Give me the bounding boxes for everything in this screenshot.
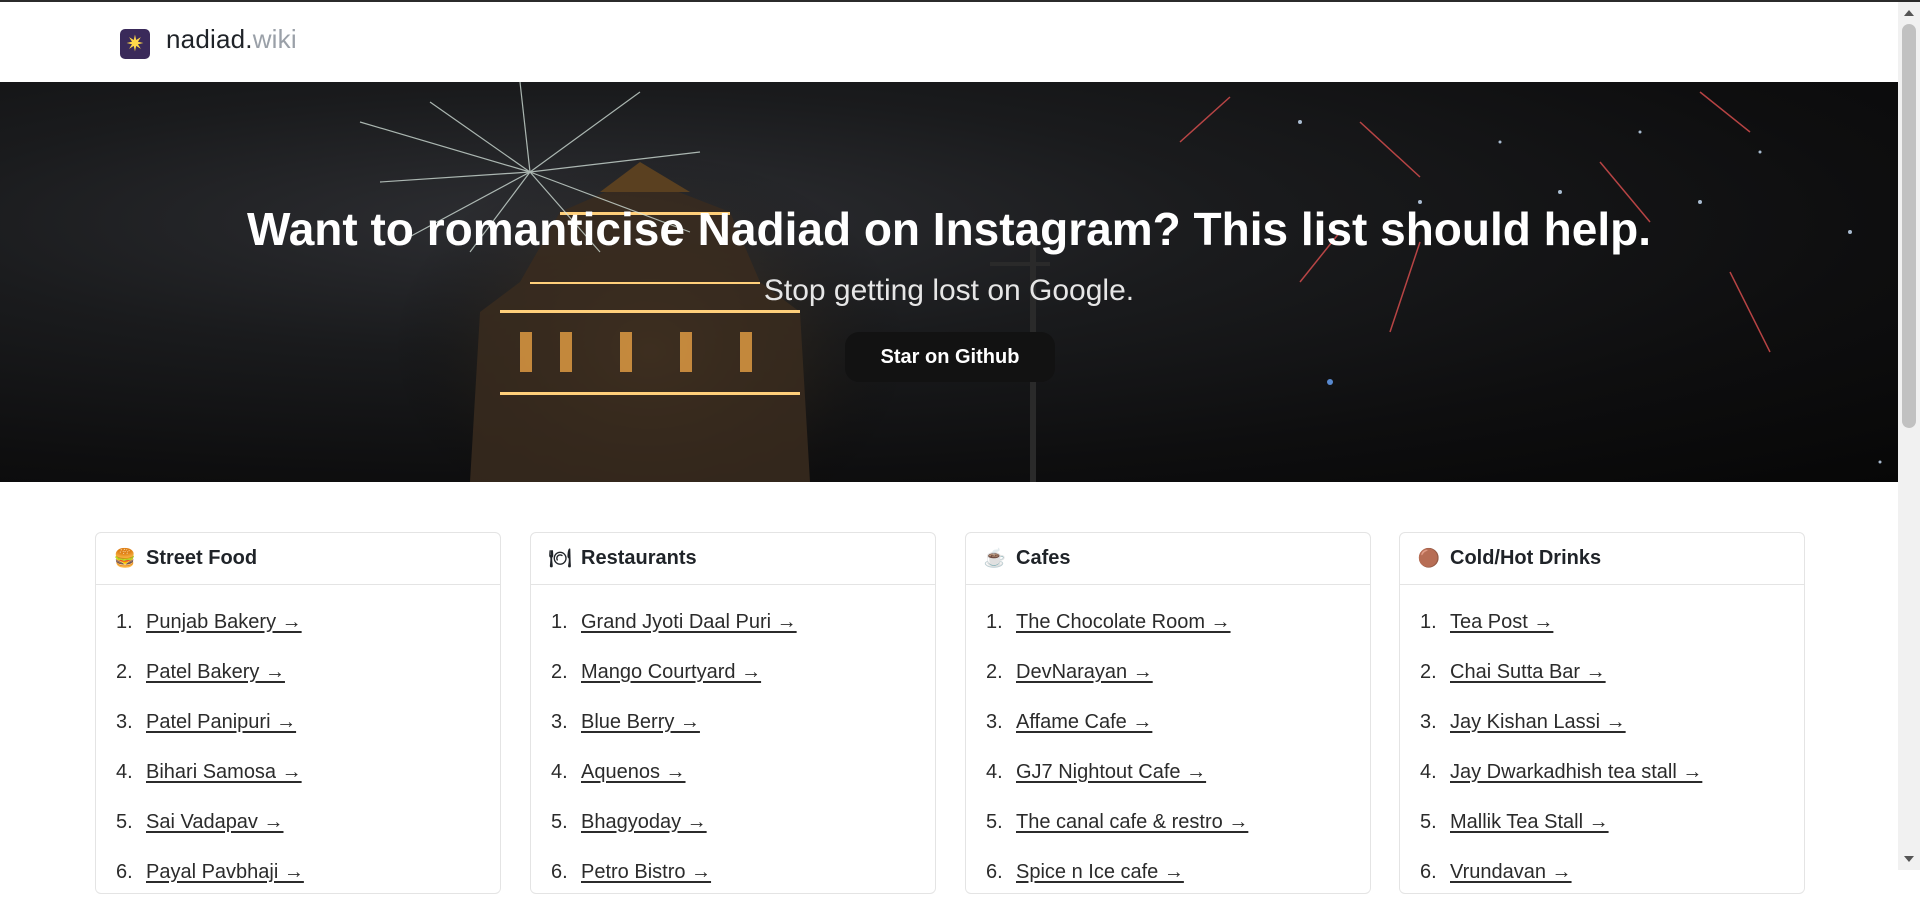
list-item: 2. Patel Bakery → [116,660,285,684]
list-item: 2. Chai Sutta Bar → [1420,660,1606,684]
place-link[interactable]: Petro Bistro → [581,861,711,884]
place-link[interactable]: The Chocolate Room → [1016,611,1231,634]
category-card-drinks: 🟤 Cold/Hot Drinks 1. Tea Post → 2. Chai Su… [1399,532,1805,894]
place-link[interactable]: Spice n Ice cafe → [1016,861,1184,884]
list-item: 5. Sai Vadapav → [116,810,284,834]
place-list: 1. The Chocolate Room → 2. DevNarayan → 3.… [966,585,1370,897]
card-title: Cafes [1016,547,1071,569]
brand-name[interactable]: nadiad.wiki [166,24,297,55]
scrollbar-thumb[interactable] [1902,24,1916,428]
place-link[interactable]: Grand Jyoti Daal Puri → [581,611,797,634]
list-item: 1. Punjab Bakery → [116,610,302,634]
place-link[interactable]: Bihari Samosa → [146,761,302,784]
burger-icon: 🍔 [113,548,137,568]
place-link[interactable]: Patel Panipuri → [146,711,296,734]
list-item: 6. Spice n Ice cafe → [986,860,1184,884]
category-card-restaurants: 🍽 Restaurants 1. Grand Jyoti Daal Puri → … [530,532,936,894]
list-item: 3. Affame Cafe → [986,710,1153,734]
card-header: 🟤 Cold/Hot Drinks [1400,533,1804,585]
list-item: 5. Mallik Tea Stall → [1420,810,1609,834]
hero-subtitle: Stop getting lost on Google. [763,274,1135,307]
list-item: 6. Vrundavan → [1420,860,1572,884]
place-link[interactable]: Jay Dwarkadhish tea stall → [1450,761,1702,784]
list-item: 4. Bihari Samosa → [116,760,302,784]
list-item: 5. The canal cafe & restro → [986,810,1249,834]
place-link[interactable]: Affame Cafe → [1016,711,1152,734]
place-link[interactable]: GJ7 Nightout Cafe → [1016,761,1206,784]
list-item: 6. Petro Bistro → [551,860,712,884]
site-header: ✷ nadiad.wiki [0,2,1898,82]
list-item: 4. GJ7 Nightout Cafe → [986,760,1207,784]
place-link[interactable]: Aquenos → [581,761,686,784]
list-item: 2. DevNarayan → [986,660,1153,684]
place-list: 1. Grand Jyoti Daal Puri → 2. Mango Courty… [531,585,935,897]
page-scrollbar[interactable] [1898,2,1920,870]
list-item: 5. Bhagyoday → [551,810,707,834]
place-link[interactable]: The canal cafe & restro → [1016,811,1248,834]
tea-icon: 🟤 [1417,548,1441,568]
list-item: 2. Mango Courtyard → [551,660,762,684]
card-header: ☕ Cafes [966,533,1370,585]
card-title: Restaurants [581,547,697,569]
place-list: 1. Tea Post → 2. Chai Sutta Bar → 3. Jay Ki… [1400,585,1804,897]
brand-suffix: wiki [252,24,297,54]
list-item: 3. Blue Berry → [551,710,700,734]
brand-main: nadiad. [166,24,253,54]
place-link[interactable]: Tea Post → [1450,611,1553,634]
list-item: 4. Jay Dwarkadhish tea stall → [1420,760,1703,784]
list-item: 3. Jay Kishan Lassi → [1420,710,1626,734]
place-link[interactable]: Bhagyoday → [581,811,707,834]
list-item: 1. The Chocolate Room → [986,610,1231,634]
scroll-down-arrow-icon[interactable] [1904,856,1914,862]
place-link[interactable]: Chai Sutta Bar → [1450,661,1606,684]
card-header: 🍽 Restaurants [531,533,935,585]
place-link[interactable]: Payal Pavbhaji → [146,861,304,884]
place-link[interactable]: Patel Bakery → [146,661,285,684]
place-link[interactable]: Sai Vadapav → [146,811,284,834]
place-link[interactable]: DevNarayan → [1016,661,1153,684]
list-item: 1. Tea Post → [1420,610,1554,634]
place-link[interactable]: Vrundavan → [1450,861,1572,884]
place-link[interactable]: Jay Kishan Lassi → [1450,711,1626,734]
star-on-github-button[interactable]: Star on Github [845,332,1055,382]
list-item: 6. Payal Pavbhaji → [116,860,304,884]
hero-title: Want to romanticise Nadiad on Instagram?… [247,203,1651,255]
plate-icon: 🍽 [548,548,572,568]
place-link[interactable]: Mallik Tea Stall → [1450,811,1609,834]
place-link[interactable]: Blue Berry → [581,711,700,734]
sparkler-icon[interactable]: ✷ [120,29,150,59]
list-item: 3. Patel Panipuri → [116,710,297,734]
scroll-up-arrow-icon[interactable] [1904,10,1914,16]
coffee-icon: ☕ [983,548,1007,568]
category-card-cafes: ☕ Cafes 1. The Chocolate Room → 2. DevNara… [965,532,1371,894]
place-link[interactable]: Punjab Bakery → [146,611,302,634]
card-title: Street Food [146,547,258,569]
category-card-street-food: 🍔 Street Food 1. Punjab Bakery → 2. Patel … [95,532,501,894]
hero-banner: Want to romanticise Nadiad on Instagram?… [0,82,1898,482]
list-item: 1. Grand Jyoti Daal Puri → [551,610,797,634]
card-title: Cold/Hot Drinks [1450,547,1602,569]
place-link[interactable]: Mango Courtyard → [581,661,761,684]
place-list: 1. Punjab Bakery → 2. Patel Bakery → 3. Pat… [96,585,500,897]
card-header: 🍔 Street Food [96,533,500,585]
list-item: 4. Aquenos → [551,760,686,784]
